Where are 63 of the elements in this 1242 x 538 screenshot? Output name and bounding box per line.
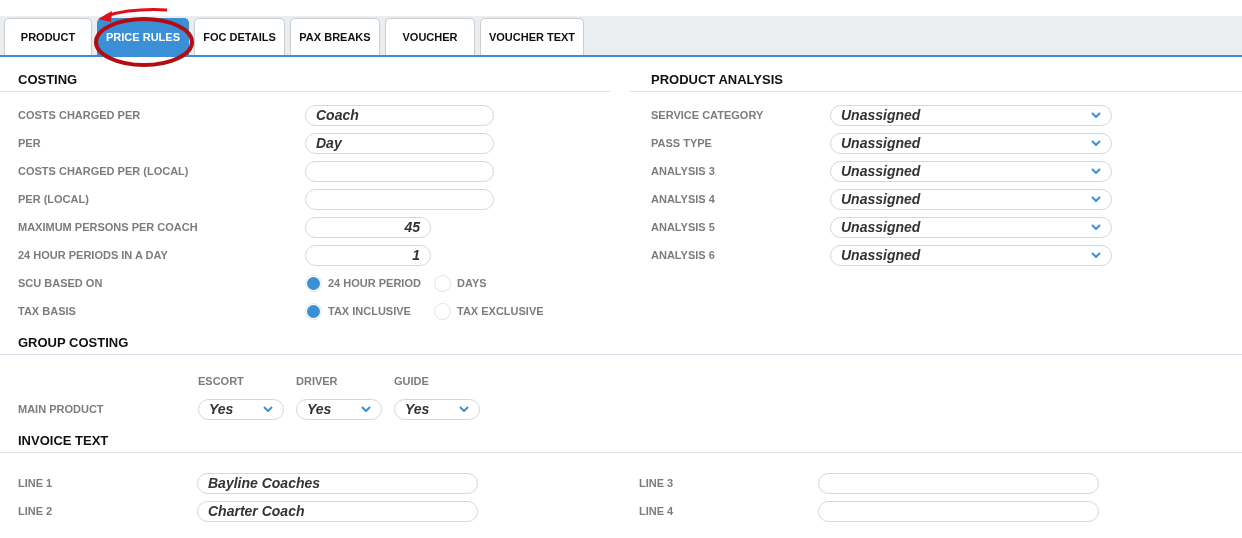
field-label: 24 HOUR PERIODS IN A DAY	[17, 249, 169, 261]
field-label: ANALYSIS 3	[650, 165, 716, 177]
radio-label: TAX INCLUSIVE	[328, 305, 411, 317]
tab[interactable]: VOUCHER	[385, 18, 475, 55]
field-label: LINE 1	[17, 477, 54, 489]
chevron-down-icon	[459, 406, 469, 412]
input-field[interactable]	[818, 472, 1099, 494]
input-field[interactable]: Day	[305, 132, 494, 154]
field-label: LINE 2	[17, 505, 54, 517]
chevron-down-icon	[1091, 196, 1101, 202]
input-field[interactable]: Bayline Coaches	[197, 472, 478, 494]
tab[interactable]: FOC DETAILS	[194, 18, 285, 55]
column-header: GUIDE	[394, 375, 430, 387]
input-field[interactable]: 45	[305, 216, 431, 238]
dropdown[interactable]: Unassigned	[830, 244, 1112, 266]
dropdown[interactable]: Unassigned	[830, 160, 1112, 182]
input-field[interactable]	[305, 188, 494, 210]
tab[interactable]: PAX BREAKS	[290, 18, 380, 55]
chevron-down-icon	[1091, 224, 1101, 230]
dropdown[interactable]: Unassigned	[830, 132, 1112, 154]
input-field[interactable]: 1	[305, 244, 431, 266]
chevron-down-icon	[361, 406, 371, 412]
field-label: ANALYSIS 6	[650, 249, 716, 261]
field-label: ANALYSIS 5	[650, 221, 716, 233]
dropdown[interactable]: Unassigned	[830, 188, 1112, 210]
dropdown[interactable]: Unassigned	[830, 104, 1112, 126]
dropdown[interactable]: Yes	[198, 398, 284, 420]
input-field[interactable]	[818, 500, 1099, 522]
column-header: DRIVER	[296, 375, 339, 387]
chevron-down-icon	[1091, 252, 1101, 258]
field-label: LINE 3	[638, 477, 675, 489]
field-label: PASS TYPE	[650, 137, 713, 149]
field-label: COSTS CHARGED PER (LOCAL)	[17, 165, 190, 177]
dropdown[interactable]: Yes	[296, 398, 382, 420]
section-heading: INVOICE TEXT	[0, 423, 1242, 453]
chevron-down-icon	[1091, 168, 1101, 174]
dropdown[interactable]: Yes	[394, 398, 480, 420]
tab[interactable]: VOUCHER TEXT	[480, 18, 584, 55]
field-label: LINE 4	[638, 505, 675, 517]
section-heading: PRODUCT ANALYSIS	[630, 57, 1242, 92]
radio-label: 24 HOUR PERIOD	[328, 277, 421, 289]
chevron-down-icon	[263, 406, 273, 412]
field-label: PER	[17, 137, 42, 149]
section-heading: COSTING	[0, 57, 610, 92]
field-label: MAXIMUM PERSONS PER COACH	[17, 221, 199, 233]
radio-label: DAYS	[457, 277, 487, 289]
chevron-down-icon	[1091, 140, 1101, 146]
field-label: TAX BASIS	[17, 305, 77, 317]
field-label: SERVICE CATEGORY	[650, 109, 765, 121]
column-header: ESCORT	[198, 375, 245, 387]
chevron-down-icon	[1091, 112, 1101, 118]
field-label: SCU BASED ON	[17, 277, 104, 289]
section-heading: GROUP COSTING	[0, 325, 1242, 355]
input-field[interactable]	[305, 160, 494, 182]
field-label: MAIN PRODUCT	[17, 403, 105, 415]
dropdown[interactable]: Unassigned	[830, 216, 1112, 238]
input-field[interactable]: Charter Coach	[197, 500, 478, 522]
tab[interactable]: PRODUCT	[4, 18, 92, 55]
field-label: PER (LOCAL)	[17, 193, 90, 205]
field-label: ANALYSIS 4	[650, 193, 716, 205]
field-label: COSTS CHARGED PER	[17, 109, 142, 121]
input-field[interactable]: Coach	[305, 104, 494, 126]
radio-label: TAX EXCLUSIVE	[457, 305, 544, 317]
